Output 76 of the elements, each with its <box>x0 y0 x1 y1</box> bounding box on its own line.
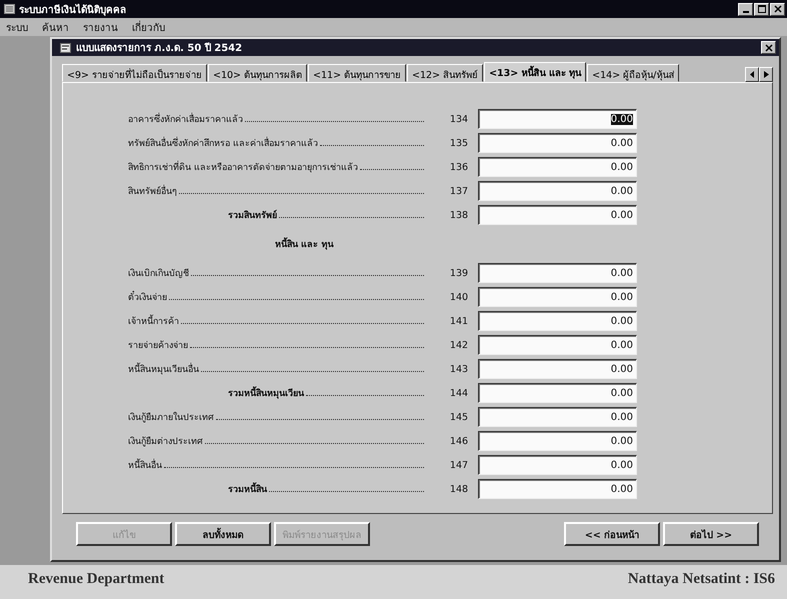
amount-field[interactable]: 0.00 <box>478 157 637 177</box>
footer-text: Nattaya Netsatint : IS6 <box>628 571 775 588</box>
close-button[interactable] <box>770 2 785 16</box>
nav-button[interactable]: ต่อไป >> <box>663 522 759 546</box>
tab[interactable]: <13> หนี้สิน และ ทุน <box>484 62 586 82</box>
footer-text: Revenue Department <box>28 571 164 588</box>
form-icon <box>60 42 71 52</box>
amount-field[interactable]: 0.00 <box>478 359 637 379</box>
line-number: 147 <box>448 460 470 470</box>
amount-field[interactable]: 0.00 <box>478 133 637 153</box>
left-triangle-icon <box>750 71 754 78</box>
line-number: 141 <box>448 316 470 326</box>
tab[interactable]: <10> ต้นทุนการผลิต <box>208 64 308 82</box>
field-label: รวมสินทรัพย์ <box>228 208 277 222</box>
right-triangle-icon <box>764 71 768 78</box>
line-number: 139 <box>448 268 470 278</box>
maximize-icon <box>758 5 766 13</box>
line-number: 134 <box>448 114 470 124</box>
amount-field[interactable]: 0.00 <box>478 205 637 225</box>
tab-scroll-left-button[interactable] <box>745 67 759 82</box>
action-button[interactable]: ลบทั้งหมด <box>175 522 271 546</box>
field-label: สิทธิการเช่าที่ดิน และหรืออาคารตัดจ่ายตามอายุการเช่าแล้ว <box>128 160 358 174</box>
field-label: รวมหนี้สินหมุนเวียน <box>228 386 304 400</box>
field-label: ตั๋วเงินจ่าย <box>128 290 167 304</box>
field-label: เงินกู้ยืมต่างประเทศ <box>128 436 203 448</box>
field-label: อาคารซึ่งหักค่าเสื่อมราคาแล้ว <box>128 112 243 126</box>
field-label: รายจ่ายค้างจ่าย <box>128 340 188 352</box>
line-number: 135 <box>448 138 470 148</box>
field-label: สินทรัพย์อื่นๆ <box>128 184 177 198</box>
line-number: 144 <box>448 388 470 398</box>
amount-field[interactable]: 0.00 <box>478 407 637 427</box>
close-icon <box>764 44 772 52</box>
app-icon <box>4 4 15 14</box>
line-number: 142 <box>448 340 470 350</box>
field-label: เจ้าหนี้การค้า <box>128 314 179 328</box>
line-number: 143 <box>448 364 470 374</box>
app-title: ระบบภาษีเงินได้นิติบุคคล <box>19 2 127 16</box>
line-number: 138 <box>448 210 470 220</box>
amount-field[interactable]: 0.00 <box>478 263 637 283</box>
minimize-button[interactable] <box>738 2 753 16</box>
section-heading: หนี้สิน และ ทุน <box>275 237 334 251</box>
amount-field[interactable]: 0.00 <box>478 479 637 499</box>
tab-scroll-right-button[interactable] <box>759 67 773 82</box>
amount-field[interactable]: 0.00 <box>478 287 637 307</box>
menu-item[interactable]: ระบบ <box>6 20 28 34</box>
amount-field[interactable]: 0.00 <box>478 455 637 475</box>
menu-item[interactable]: เกี่ยวกับ <box>132 20 165 34</box>
amount-field[interactable]: 0.00 <box>478 431 637 451</box>
tab[interactable]: <12> สินทรัพย์ <box>407 64 484 82</box>
form-title: แบบแสดงรายการ ภ.ง.ด. 50 ปี 2542 <box>76 41 244 55</box>
line-number: 137 <box>448 186 470 196</box>
field-label: หนี้สินอื่น <box>128 458 162 472</box>
amount-field[interactable]: 0.00 <box>478 335 637 355</box>
line-number: 145 <box>448 412 470 422</box>
line-number: 148 <box>448 484 470 494</box>
tab[interactable]: <9> รายจ่ายที่ไม่ถือเป็นรายจ่าย <box>62 64 207 82</box>
line-number: 136 <box>448 162 470 172</box>
field-label: รวมหนี้สิน <box>228 482 267 496</box>
close-icon <box>774 5 782 13</box>
menu-item[interactable]: ค้นหา <box>42 20 69 34</box>
close-button[interactable] <box>761 41 776 54</box>
field-label: หนี้สินหมุนเวียนอื่น <box>128 362 199 376</box>
field-label: เงินกู้ยืมภายในประเทศ <box>128 410 214 424</box>
tab[interactable]: <14> ผู้ถือหุ้น/หุ้นส่ <box>587 64 680 82</box>
tab[interactable]: <11> ต้นทุนการขาย <box>308 64 406 82</box>
amount-field[interactable]: 0.00 <box>478 109 637 129</box>
line-number: 140 <box>448 292 470 302</box>
line-number: 146 <box>448 436 470 446</box>
amount-field[interactable]: 0.00 <box>478 181 637 201</box>
amount-field[interactable]: 0.00 <box>478 383 637 403</box>
nav-button[interactable]: << ก่อนหน้า <box>564 522 660 546</box>
menu-item[interactable]: รายงาน <box>83 20 118 34</box>
amount-field[interactable]: 0.00 <box>478 311 637 331</box>
maximize-button[interactable] <box>754 2 769 16</box>
field-label: ทรัพย์สินอื่นซึ่งหักค่าสึกหรอ และค่าเสื่อมราคาแล้ว <box>128 136 318 150</box>
field-label: เงินเบิกเกินบัญชี <box>128 268 189 280</box>
